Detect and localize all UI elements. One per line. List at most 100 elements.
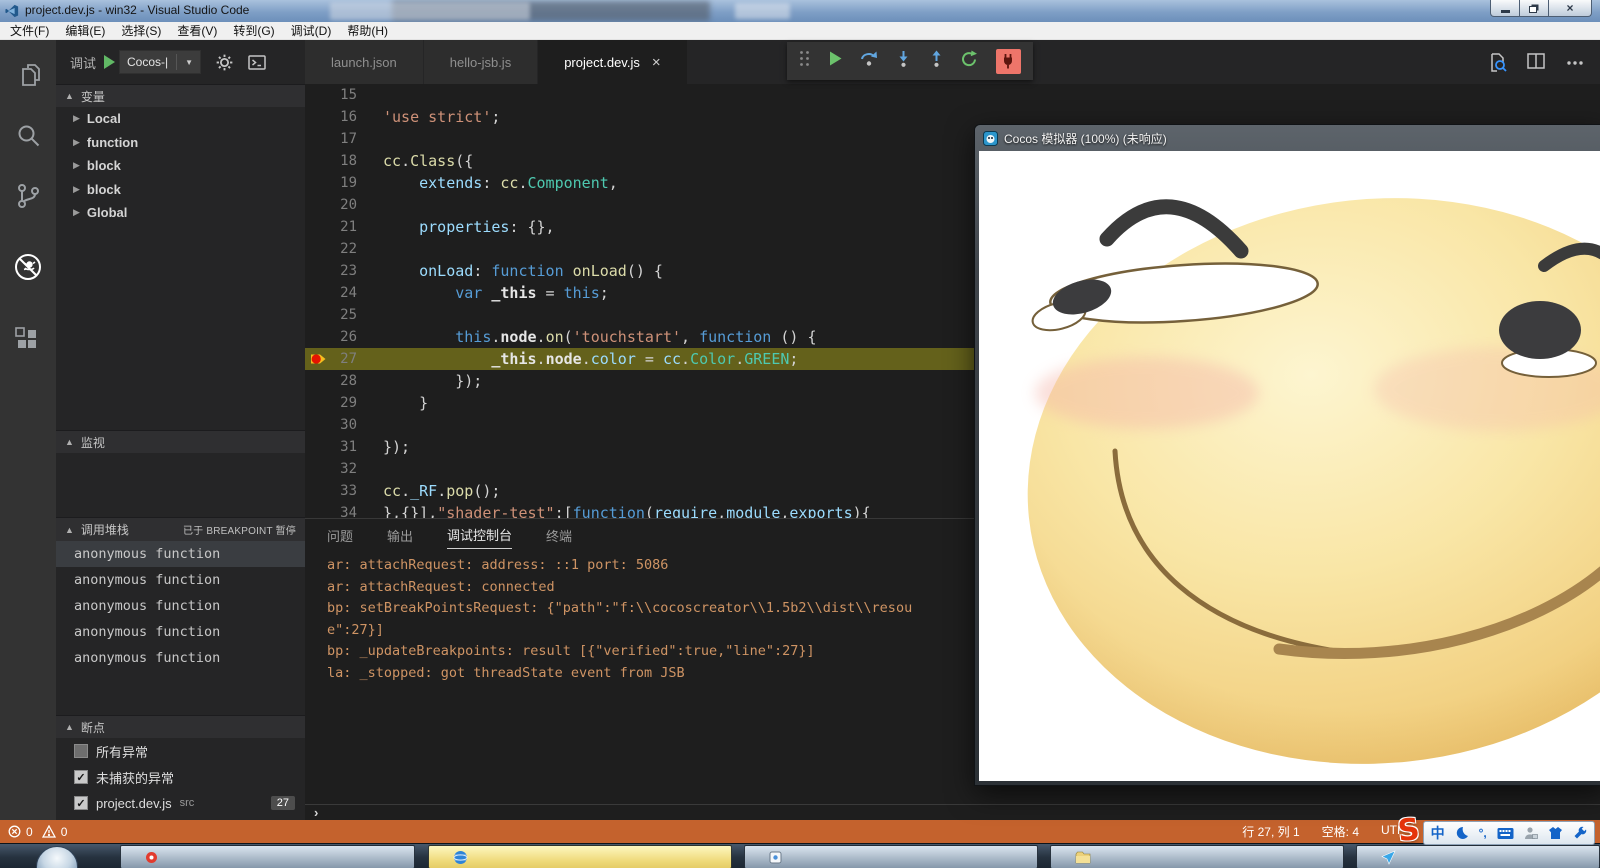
gutter[interactable]: 17: [305, 128, 383, 150]
stack-frame[interactable]: anonymous function: [56, 567, 305, 593]
menu-item[interactable]: 选择(S): [113, 22, 169, 40]
stack-frame[interactable]: anonymous function: [56, 541, 305, 567]
gutter[interactable]: 32: [305, 458, 383, 480]
gutter[interactable]: 25: [305, 304, 383, 326]
status-item[interactable]: 空格: 4: [1322, 823, 1359, 840]
debug-icon[interactable]: [0, 244, 56, 290]
source-control-icon[interactable]: [0, 172, 56, 218]
checkbox[interactable]: ✓: [74, 796, 88, 810]
step-out-icon[interactable]: [929, 50, 944, 72]
stop-disconnect-icon[interactable]: [995, 48, 1021, 74]
ime-punctuation[interactable]: °,: [1479, 826, 1487, 840]
minimize-button[interactable]: [1490, 0, 1520, 17]
tab-project.dev.js[interactable]: project.dev.js ×: [538, 40, 688, 84]
errors-icon[interactable]: [8, 825, 21, 838]
gutter[interactable]: 29: [305, 392, 383, 414]
code-line-15[interactable]: 15: [305, 84, 1600, 106]
simulator-titlebar[interactable]: Cocos 模拟器 (100%) (未响应): [975, 125, 1600, 151]
breakpoint-row[interactable]: ✓ project.dev.js src 27: [56, 790, 305, 816]
wrench-icon[interactable]: [1573, 826, 1587, 840]
files-icon[interactable]: [0, 52, 56, 98]
gutter[interactable]: 34: [305, 502, 383, 518]
errors-count[interactable]: 0: [26, 825, 33, 839]
window-titlebar[interactable]: project.dev.js - win32 - Visual Studio C…: [0, 0, 1600, 22]
more-actions-icon[interactable]: [1566, 53, 1584, 77]
cocos-simulator-window[interactable]: Cocos 模拟器 (100%) (未响应): [975, 125, 1600, 785]
restore-button[interactable]: [1519, 0, 1549, 17]
search-icon[interactable]: [0, 112, 56, 158]
taskbar-button-white-app[interactable]: [744, 845, 1038, 868]
moon-icon[interactable]: [1455, 826, 1469, 840]
stack-frame[interactable]: anonymous function: [56, 593, 305, 619]
section-header-breakpoints[interactable]: ▲ 断点: [56, 715, 305, 738]
gutter[interactable]: 16: [305, 106, 383, 128]
menu-item[interactable]: 编辑(E): [57, 22, 113, 40]
variables-scope-item[interactable]: ▶ block: [56, 154, 305, 178]
gutter[interactable]: 15: [305, 84, 383, 106]
debug-console-icon[interactable]: [248, 54, 266, 70]
checkbox[interactable]: [74, 744, 88, 758]
menu-item[interactable]: 调试(D): [283, 22, 340, 40]
extensions-icon[interactable]: [0, 316, 56, 362]
section-header-watch[interactable]: ▲ 监视: [56, 430, 305, 453]
variables-scope-item[interactable]: ▶ Global: [56, 201, 305, 225]
sogou-logo-icon[interactable]: S: [1396, 812, 1421, 849]
gutter[interactable]: 22: [305, 238, 383, 260]
taskbar-button-ie-globe[interactable]: [428, 845, 732, 868]
gutter[interactable]: 33: [305, 480, 383, 502]
gutter[interactable]: 31: [305, 436, 383, 458]
panel-tab-输出[interactable]: 输出: [387, 526, 413, 549]
warnings-icon[interactable]: [41, 825, 56, 838]
section-header-callstack[interactable]: ▲ 调用堆栈 已于 BREAKPOINT 暂停: [56, 517, 305, 541]
continue-icon[interactable]: [828, 50, 843, 72]
status-item[interactable]: 行 27, 列 1: [1242, 823, 1299, 840]
checkbox[interactable]: ✓: [74, 770, 88, 784]
start-button[interactable]: [36, 846, 78, 868]
gutter[interactable]: 18: [305, 150, 383, 172]
step-over-icon[interactable]: [860, 50, 878, 72]
simulator-viewport[interactable]: [979, 151, 1600, 781]
user-profile-icon[interactable]: [1524, 826, 1538, 840]
drag-handle[interactable]: [799, 50, 810, 72]
stack-frame[interactable]: anonymous function: [56, 645, 305, 671]
open-preview-icon[interactable]: [1488, 53, 1507, 77]
ime-chinese-mode[interactable]: 中: [1431, 823, 1445, 843]
menu-item[interactable]: 查看(V): [169, 22, 225, 40]
step-into-icon[interactable]: [896, 50, 911, 72]
breakpoint-row[interactable]: ✓ 未捕获的异常: [56, 764, 305, 790]
panel-tab-问题[interactable]: 问题: [327, 526, 353, 549]
variables-scope-item[interactable]: ▶ block: [56, 178, 305, 202]
tab-launch.json[interactable]: launch.json: [305, 40, 424, 84]
close-button[interactable]: ×: [1548, 0, 1592, 17]
debug-config-select[interactable]: Cocos-| ▼: [119, 50, 202, 74]
stack-frame[interactable]: anonymous function: [56, 619, 305, 645]
gear-icon[interactable]: [216, 54, 233, 71]
menu-item[interactable]: 转到(G): [225, 22, 282, 40]
gutter[interactable]: 20: [305, 194, 383, 216]
panel-tab-终端[interactable]: 终端: [546, 526, 572, 549]
gutter[interactable]: 30: [305, 414, 383, 436]
section-header-variables[interactable]: ▲ 变量: [56, 84, 305, 107]
restart-icon[interactable]: [961, 50, 978, 72]
breakpoint-row[interactable]: 所有异常: [56, 738, 305, 764]
gutter[interactable]: 21: [305, 216, 383, 238]
variables-scope-item[interactable]: ▶ function: [56, 131, 305, 155]
menu-item[interactable]: 帮助(H): [339, 22, 396, 40]
gutter[interactable]: 28: [305, 370, 383, 392]
current-breakpoint-icon[interactable]: [310, 352, 327, 366]
gutter[interactable]: 26: [305, 326, 383, 348]
close-icon[interactable]: ×: [652, 55, 661, 70]
gutter[interactable]: 24: [305, 282, 383, 304]
menu-item[interactable]: 文件(F): [2, 22, 57, 40]
taskbar-button-red-dot-app[interactable]: [120, 845, 415, 868]
taskbar-button-folder[interactable]: [1050, 845, 1344, 868]
gutter[interactable]: 19: [305, 172, 383, 194]
tab-hello-jsb.js[interactable]: hello-jsb.js: [423, 40, 539, 84]
panel-tab-调试控制台[interactable]: 调试控制台: [447, 525, 513, 549]
variables-scope-item[interactable]: ▶ Local: [56, 107, 305, 131]
gutter[interactable]: 23: [305, 260, 383, 282]
split-editor-icon[interactable]: [1527, 53, 1546, 77]
skin-shirt-icon[interactable]: [1548, 826, 1563, 840]
taskbar-button-plane[interactable]: [1356, 845, 1600, 868]
start-debug-button[interactable]: [104, 55, 116, 69]
